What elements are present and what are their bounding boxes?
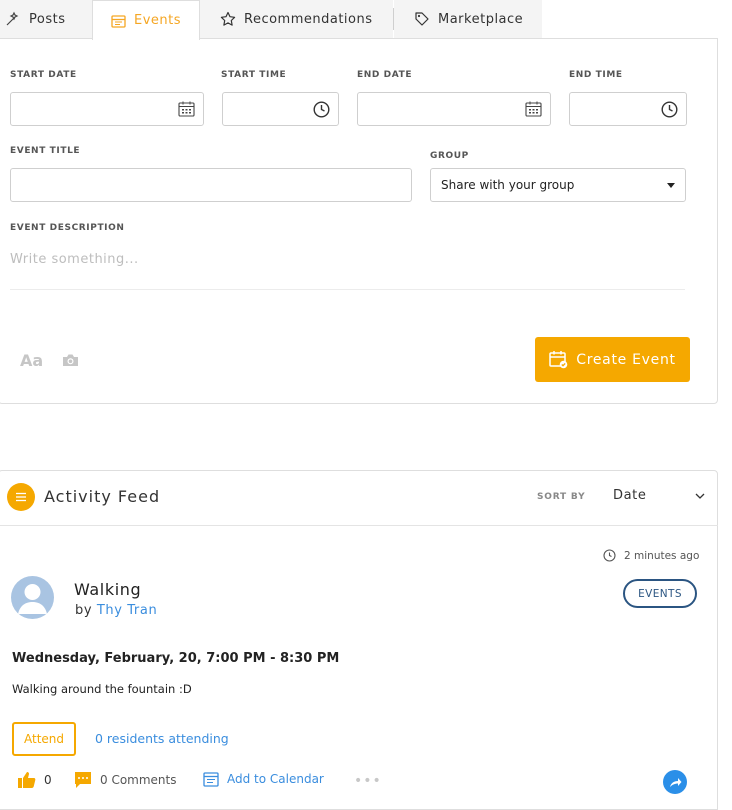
tab-events-label: Events	[134, 13, 182, 28]
calendar-icon	[525, 101, 542, 117]
post-title: Walking	[74, 580, 142, 599]
feed-menu-icon	[7, 483, 35, 511]
magic-wand-icon	[6, 11, 19, 26]
clock-icon	[603, 549, 616, 562]
event-title-label: EVENT TITLE	[10, 146, 81, 156]
like-count: 0	[44, 773, 52, 787]
sort-select[interactable]: Date	[613, 488, 705, 503]
feed-header-divider	[0, 525, 718, 526]
author-prefix: by	[75, 603, 93, 618]
comments-count: 0 Comments	[100, 773, 177, 787]
clock-icon	[313, 100, 330, 118]
tab-recommendations-label: Recommendations	[244, 11, 373, 27]
share-button[interactable]	[663, 770, 687, 794]
calendar-icon	[111, 14, 126, 28]
post-author-line: by Thy Tran	[75, 603, 157, 618]
time-ago-text: 2 minutes ago	[624, 549, 700, 562]
event-title-input[interactable]	[10, 168, 412, 202]
sort-by-label: SORT BY	[537, 492, 586, 502]
calendar-icon	[203, 772, 219, 787]
sort-select-value: Date	[613, 488, 647, 503]
tab-recommendations[interactable]: Recommendations	[200, 0, 393, 38]
tag-icon	[415, 12, 429, 26]
event-description-input[interactable]: Write something...	[10, 246, 685, 290]
attending-count-link[interactable]: 0 residents attending	[95, 731, 229, 746]
tab-events[interactable]: Events	[92, 0, 200, 40]
tab-marketplace[interactable]: Marketplace	[394, 0, 542, 38]
camera-button[interactable]	[62, 352, 79, 371]
start-date-field[interactable]	[10, 92, 204, 126]
category-badge[interactable]: EVENTS	[623, 579, 697, 608]
chevron-down-icon	[695, 493, 705, 499]
activity-feed-card	[0, 470, 718, 810]
tab-posts-label: Posts	[29, 11, 66, 27]
post-timestamp: 2 minutes ago	[603, 549, 699, 562]
event-description-label: EVENT DESCRIPTION	[10, 223, 125, 233]
tab-posts[interactable]: Posts	[0, 0, 92, 38]
comment-icon	[75, 772, 91, 788]
end-time-label: END TIME	[569, 70, 623, 80]
calendar-icon	[178, 101, 195, 117]
camera-icon	[63, 354, 78, 366]
end-time-field[interactable]	[569, 92, 687, 126]
event-description: Walking around the fountain :D	[12, 682, 192, 696]
comments-button[interactable]: 0 Comments	[74, 771, 177, 789]
end-date-label: END DATE	[357, 70, 413, 80]
create-event-label: Create Event	[576, 351, 676, 368]
add-to-calendar-button[interactable]: Add to Calendar	[203, 771, 324, 787]
author-link[interactable]: Thy Tran	[97, 603, 157, 618]
tab-bar: Posts Events Recommendations Marketplace	[0, 0, 720, 40]
share-arrow-icon	[669, 777, 681, 787]
end-date-field[interactable]	[357, 92, 551, 126]
clock-icon	[661, 100, 678, 118]
start-time-field[interactable]	[222, 92, 339, 126]
start-date-label: START DATE	[10, 70, 77, 80]
tab-divider	[393, 8, 394, 30]
add-to-calendar-label: Add to Calendar	[227, 772, 324, 786]
tab-marketplace-label: Marketplace	[438, 11, 524, 27]
attend-button[interactable]: Attend	[12, 722, 76, 756]
create-event-button[interactable]: Create Event	[535, 337, 690, 382]
description-placeholder: Write something...	[10, 252, 139, 267]
group-select-value: Share with your group	[441, 178, 575, 192]
group-select[interactable]: Share with your group	[430, 168, 686, 202]
more-options-button[interactable]: •••	[354, 773, 382, 789]
start-time-label: START TIME	[221, 70, 287, 80]
event-datetime: Wednesday, February, 20, 7:00 PM - 8:30 …	[12, 651, 340, 666]
avatar[interactable]	[11, 576, 54, 619]
text-format-button[interactable]: Aa	[20, 351, 43, 370]
group-label: GROUP	[430, 151, 469, 161]
thumbs-up-icon	[18, 772, 36, 788]
calendar-check-icon	[549, 351, 568, 369]
like-button[interactable]: 0	[17, 771, 52, 789]
caret-down-icon	[667, 182, 675, 188]
star-icon	[220, 11, 236, 26]
feed-title: Activity Feed	[44, 487, 161, 506]
